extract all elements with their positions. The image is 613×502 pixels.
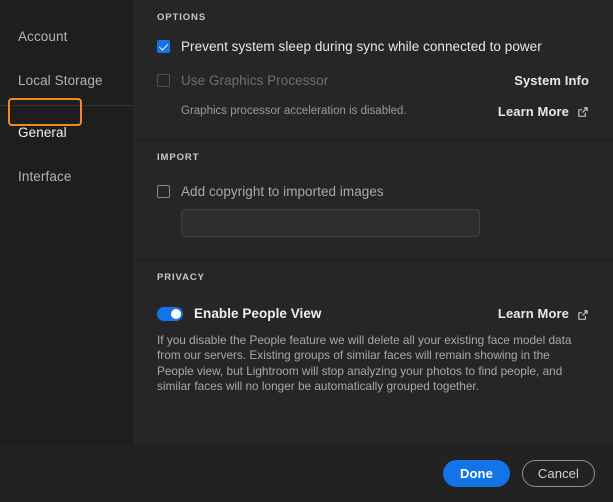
people-view-row[interactable]: Enable People View Learn More <box>157 306 589 321</box>
gpu-helper-row: Graphics processor acceleration is disab… <box>157 104 589 119</box>
privacy-section: PRIVACY Enable People View Learn More If… <box>133 260 613 395</box>
use-gpu-row[interactable]: Use Graphics Processor System Info <box>157 73 589 88</box>
dialog-footer: Done Cancel <box>0 445 613 502</box>
privacy-learn-more-wrap[interactable]: Learn More <box>498 306 589 321</box>
done-button[interactable]: Done <box>443 460 510 487</box>
options-learn-more-link[interactable]: Learn More <box>498 104 569 119</box>
prevent-sleep-checkbox[interactable] <box>157 40 170 53</box>
add-copyright-checkbox[interactable] <box>157 185 170 198</box>
sidebar-item-general[interactable]: General <box>0 110 133 154</box>
options-section: OPTIONS Prevent system sleep during sync… <box>133 0 613 139</box>
options-section-title: OPTIONS <box>157 12 207 23</box>
system-info-link-wrap[interactable]: System Info <box>514 73 589 88</box>
external-link-icon <box>577 308 589 320</box>
privacy-description: If you disable the People feature we wil… <box>157 333 572 394</box>
settings-sidebar: Account Local Storage General Interface <box>0 0 133 445</box>
add-copyright-row[interactable]: Add copyright to imported images <box>157 184 589 199</box>
use-gpu-label: Use Graphics Processor <box>181 73 329 88</box>
privacy-section-title: PRIVACY <box>157 272 205 283</box>
copyright-text-input[interactable] <box>181 209 480 237</box>
cancel-button[interactable]: Cancel <box>521 460 595 487</box>
use-gpu-checkbox[interactable] <box>157 74 170 87</box>
dialog-body: Account Local Storage General Interface … <box>0 0 613 445</box>
sidebar-item-label: Interface <box>18 168 72 184</box>
sidebar-item-label: Account <box>18 28 68 44</box>
external-link-icon <box>577 105 589 117</box>
settings-content: OPTIONS Prevent system sleep during sync… <box>133 0 613 445</box>
import-section: IMPORT Add copyright to imported images <box>133 140 613 259</box>
sidebar-item-local-storage[interactable]: Local Storage <box>0 58 133 102</box>
people-view-toggle[interactable] <box>157 306 183 321</box>
use-gpu-helper-text: Graphics processor acceleration is disab… <box>181 105 407 117</box>
privacy-learn-more-link[interactable]: Learn More <box>498 306 569 321</box>
system-info-link[interactable]: System Info <box>514 73 589 88</box>
sidebar-item-label: Local Storage <box>18 72 103 88</box>
prevent-sleep-label: Prevent system sleep during sync while c… <box>181 39 542 54</box>
import-section-title: IMPORT <box>157 152 200 163</box>
prevent-sleep-row[interactable]: Prevent system sleep during sync while c… <box>157 39 589 54</box>
options-learn-more-wrap[interactable]: Learn More <box>498 104 589 119</box>
preferences-dialog: Account Local Storage General Interface … <box>0 0 613 502</box>
sidebar-item-account[interactable]: Account <box>0 14 133 58</box>
sidebar-item-label: General <box>18 124 67 140</box>
sidebar-divider <box>0 105 133 106</box>
add-copyright-label: Add copyright to imported images <box>181 184 384 199</box>
people-view-label: Enable People View <box>194 306 322 321</box>
sidebar-item-interface[interactable]: Interface <box>0 154 133 198</box>
